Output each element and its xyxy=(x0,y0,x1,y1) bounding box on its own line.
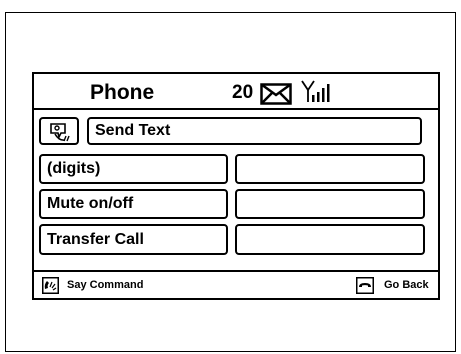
menu-item-mute-value[interactable] xyxy=(235,189,425,219)
voice-text-icon xyxy=(50,123,70,142)
phone-screen: Phone 20 Send Text (digits) Mute on/off xyxy=(32,72,440,300)
say-command-label[interactable]: Say Command xyxy=(67,279,143,291)
header-bar: Phone 20 xyxy=(34,74,438,110)
menu-item-mute[interactable]: Mute on/off xyxy=(39,189,228,219)
menu-item-digits[interactable]: (digits) xyxy=(39,154,228,184)
message-count: 20 xyxy=(232,82,254,103)
page-title: Phone xyxy=(90,81,155,104)
footer-divider xyxy=(34,270,438,272)
voice-command-icon xyxy=(42,277,59,294)
hang-up-phone-icon[interactable] xyxy=(356,277,374,294)
voice-text-button[interactable] xyxy=(39,117,79,145)
signal-strength-icon xyxy=(301,80,330,102)
menu-item-transfer-call-value[interactable] xyxy=(235,224,425,255)
menu-item-digits-value[interactable] xyxy=(235,154,425,184)
menu-item-transfer-call[interactable]: Transfer Call xyxy=(39,224,228,255)
go-back-label[interactable]: Go Back xyxy=(384,279,429,291)
envelope-icon xyxy=(260,83,292,105)
send-text-button[interactable]: Send Text xyxy=(87,117,422,145)
